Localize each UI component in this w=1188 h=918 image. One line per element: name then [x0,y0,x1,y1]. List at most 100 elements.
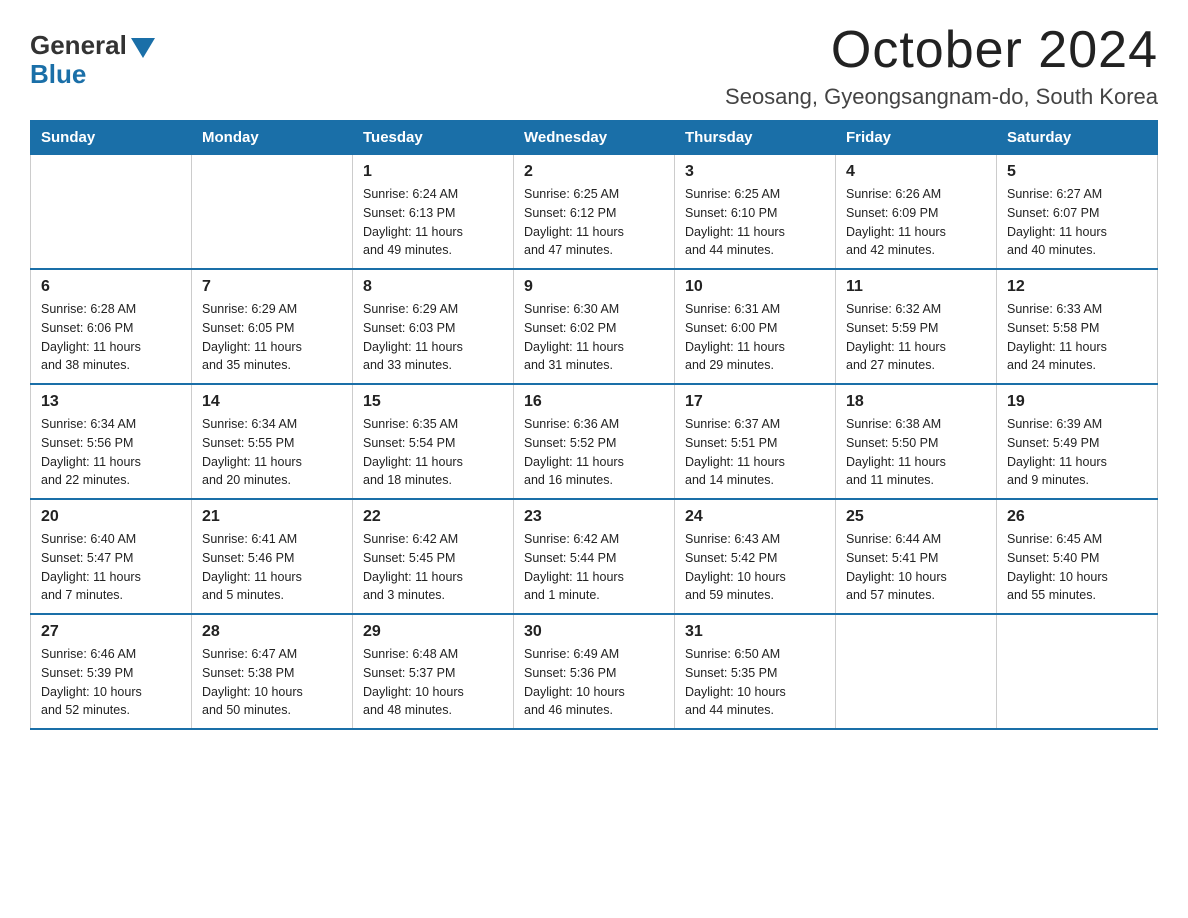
day-number: 26 [1007,508,1147,526]
day-number: 15 [363,393,503,411]
day-info: Sunrise: 6:27 AM Sunset: 6:07 PM Dayligh… [1007,185,1147,260]
day-info: Sunrise: 6:30 AM Sunset: 6:02 PM Dayligh… [524,300,664,375]
day-info: Sunrise: 6:25 AM Sunset: 6:12 PM Dayligh… [524,185,664,260]
calendar-cell: 20 Sunrise: 6:40 AM Sunset: 5:47 PM Dayli… [31,499,192,614]
day-info: Sunrise: 6:43 AM Sunset: 5:42 PM Dayligh… [685,530,825,605]
day-info: Sunrise: 6:34 AM Sunset: 5:55 PM Dayligh… [202,415,342,490]
calendar-cell: 22 Sunrise: 6:42 AM Sunset: 5:45 PM Dayli… [353,499,514,614]
day-number: 3 [685,163,825,181]
calendar-cell: 12 Sunrise: 6:33 AM Sunset: 5:58 PM Dayli… [997,269,1158,384]
day-info: Sunrise: 6:48 AM Sunset: 5:37 PM Dayligh… [363,645,503,720]
calendar-cell: 6Sunrise: 6:28 AM Sunset: 6:06 PM Daylig… [31,269,192,384]
calendar-cell: 30 Sunrise: 6:49 AM Sunset: 5:36 PM Dayli… [514,614,675,729]
day-info: Sunrise: 6:46 AM Sunset: 5:39 PM Dayligh… [41,645,181,720]
calendar-cell: 27 Sunrise: 6:46 AM Sunset: 5:39 PM Dayli… [31,614,192,729]
calendar-week-row: 6Sunrise: 6:28 AM Sunset: 6:06 PM Daylig… [31,269,1158,384]
day-number: 29 [363,623,503,641]
calendar-cell: 5 Sunrise: 6:27 AM Sunset: 6:07 PM Daylig… [997,155,1158,270]
day-info: Sunrise: 6:24 AM Sunset: 6:13 PM Dayligh… [363,185,503,260]
day-number: 17 [685,393,825,411]
calendar-week-row: 20 Sunrise: 6:40 AM Sunset: 5:47 PM Dayli… [31,499,1158,614]
day-number: 11 [846,278,986,296]
calendar-cell [836,614,997,729]
day-info: Sunrise: 6:50 AM Sunset: 5:35 PM Dayligh… [685,645,825,720]
day-number: 5 [1007,163,1147,181]
calendar-cell: 26 Sunrise: 6:45 AM Sunset: 5:40 PM Dayli… [997,499,1158,614]
day-info: Sunrise: 6:41 AM Sunset: 5:46 PM Dayligh… [202,530,342,605]
page-title: October 2024 [725,20,1158,80]
calendar-cell: 1 Sunrise: 6:24 AM Sunset: 6:13 PM Daylig… [353,155,514,270]
calendar-cell: 11 Sunrise: 6:32 AM Sunset: 5:59 PM Dayli… [836,269,997,384]
day-number: 6 [41,278,181,296]
day-info: Sunrise: 6:36 AM Sunset: 5:52 PM Dayligh… [524,415,664,490]
day-number: 16 [524,393,664,411]
calendar-cell: 31Sunrise: 6:50 AM Sunset: 5:35 PM Dayli… [675,614,836,729]
calendar-cell: 24 Sunrise: 6:43 AM Sunset: 5:42 PM Dayli… [675,499,836,614]
day-info: Sunrise: 6:32 AM Sunset: 5:59 PM Dayligh… [846,300,986,375]
day-info: Sunrise: 6:42 AM Sunset: 5:44 PM Dayligh… [524,530,664,605]
day-number: 7 [202,278,342,296]
location-subtitle: Seosang, Gyeongsangnam-do, South Korea [725,84,1158,110]
day-number: 23 [524,508,664,526]
day-info: Sunrise: 6:26 AM Sunset: 6:09 PM Dayligh… [846,185,986,260]
calendar-cell: 18 Sunrise: 6:38 AM Sunset: 5:50 PM Dayli… [836,384,997,499]
day-info: Sunrise: 6:42 AM Sunset: 5:45 PM Dayligh… [363,530,503,605]
calendar-cell: 13Sunrise: 6:34 AM Sunset: 5:56 PM Dayli… [31,384,192,499]
calendar-cell: 14 Sunrise: 6:34 AM Sunset: 5:55 PM Dayli… [192,384,353,499]
weekday-header-wednesday: Wednesday [514,121,675,155]
day-info: Sunrise: 6:31 AM Sunset: 6:00 PM Dayligh… [685,300,825,375]
day-info: Sunrise: 6:33 AM Sunset: 5:58 PM Dayligh… [1007,300,1147,375]
day-number: 12 [1007,278,1147,296]
calendar-cell: 25Sunrise: 6:44 AM Sunset: 5:41 PM Dayli… [836,499,997,614]
logo-triangle-icon [131,38,155,58]
calendar-cell: 23 Sunrise: 6:42 AM Sunset: 5:44 PM Dayli… [514,499,675,614]
day-number: 22 [363,508,503,526]
day-info: Sunrise: 6:40 AM Sunset: 5:47 PM Dayligh… [41,530,181,605]
day-info: Sunrise: 6:29 AM Sunset: 6:05 PM Dayligh… [202,300,342,375]
day-info: Sunrise: 6:49 AM Sunset: 5:36 PM Dayligh… [524,645,664,720]
calendar-cell: 15Sunrise: 6:35 AM Sunset: 5:54 PM Dayli… [353,384,514,499]
calendar-table: SundayMondayTuesdayWednesdayThursdayFrid… [30,120,1158,730]
calendar-cell [192,155,353,270]
weekday-header-thursday: Thursday [675,121,836,155]
day-info: Sunrise: 6:45 AM Sunset: 5:40 PM Dayligh… [1007,530,1147,605]
calendar-cell: 16 Sunrise: 6:36 AM Sunset: 5:52 PM Dayli… [514,384,675,499]
calendar-header: SundayMondayTuesdayWednesdayThursdayFrid… [31,121,1158,155]
day-number: 30 [524,623,664,641]
day-number: 9 [524,278,664,296]
day-number: 24 [685,508,825,526]
day-info: Sunrise: 6:25 AM Sunset: 6:10 PM Dayligh… [685,185,825,260]
weekday-header-sunday: Sunday [31,121,192,155]
calendar-cell [31,155,192,270]
day-number: 1 [363,163,503,181]
day-info: Sunrise: 6:44 AM Sunset: 5:41 PM Dayligh… [846,530,986,605]
calendar-cell: 2 Sunrise: 6:25 AM Sunset: 6:12 PM Daylig… [514,155,675,270]
calendar-cell: 17 Sunrise: 6:37 AM Sunset: 5:51 PM Dayli… [675,384,836,499]
calendar-cell: 19Sunrise: 6:39 AM Sunset: 5:49 PM Dayli… [997,384,1158,499]
calendar-cell: 7 Sunrise: 6:29 AM Sunset: 6:05 PM Daylig… [192,269,353,384]
day-info: Sunrise: 6:38 AM Sunset: 5:50 PM Dayligh… [846,415,986,490]
logo-general-text: General [30,30,127,61]
calendar-cell: 21Sunrise: 6:41 AM Sunset: 5:46 PM Dayli… [192,499,353,614]
day-info: Sunrise: 6:39 AM Sunset: 5:49 PM Dayligh… [1007,415,1147,490]
calendar-body: 1 Sunrise: 6:24 AM Sunset: 6:13 PM Daylig… [31,155,1158,730]
calendar-cell: 9 Sunrise: 6:30 AM Sunset: 6:02 PM Daylig… [514,269,675,384]
calendar-cell: 4 Sunrise: 6:26 AM Sunset: 6:09 PM Daylig… [836,155,997,270]
day-number: 20 [41,508,181,526]
day-info: Sunrise: 6:37 AM Sunset: 5:51 PM Dayligh… [685,415,825,490]
day-number: 18 [846,393,986,411]
day-number: 2 [524,163,664,181]
weekday-header-saturday: Saturday [997,121,1158,155]
calendar-week-row: 1 Sunrise: 6:24 AM Sunset: 6:13 PM Daylig… [31,155,1158,270]
day-number: 27 [41,623,181,641]
day-number: 4 [846,163,986,181]
logo-blue-text: Blue [30,59,86,90]
day-number: 14 [202,393,342,411]
weekday-header-row: SundayMondayTuesdayWednesdayThursdayFrid… [31,121,1158,155]
weekday-header-tuesday: Tuesday [353,121,514,155]
weekday-header-monday: Monday [192,121,353,155]
day-number: 8 [363,278,503,296]
day-number: 28 [202,623,342,641]
day-number: 10 [685,278,825,296]
calendar-cell: 8Sunrise: 6:29 AM Sunset: 6:03 PM Daylig… [353,269,514,384]
